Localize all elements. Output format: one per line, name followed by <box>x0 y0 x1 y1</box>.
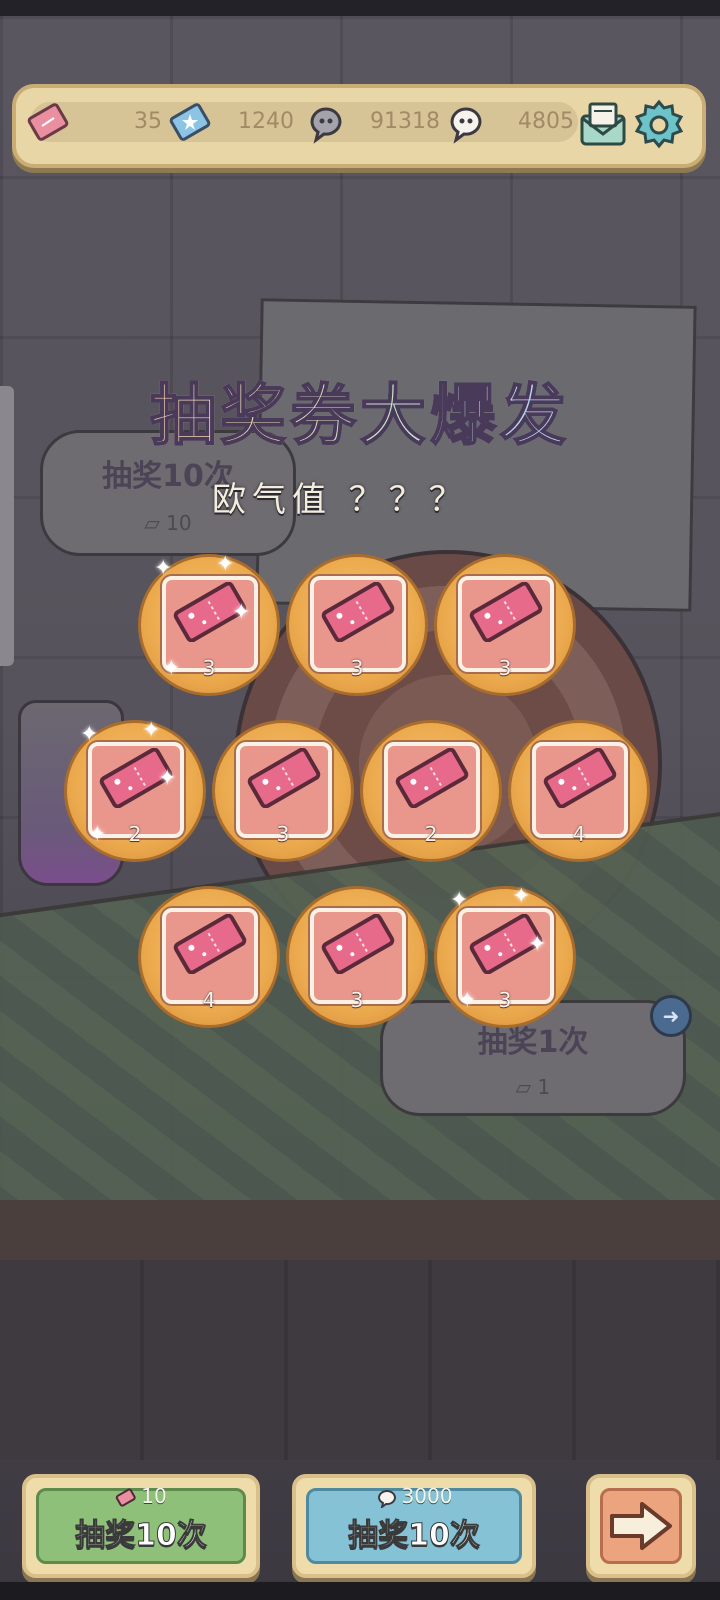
reward-count: 4 <box>572 822 586 846</box>
reward-item: 3 <box>212 720 354 862</box>
headline-title: 抽奖券大爆发 <box>0 362 720 458</box>
status-bar <box>0 0 720 16</box>
sparkle-icon: ✦ <box>458 988 477 1013</box>
game-screen: 抽奖10次 ▱ 10 抽奖1次 ▱ 1 ➜ 35 1240 91318 4805… <box>0 0 720 1600</box>
reward-count: 2 <box>128 822 142 846</box>
table-edge-decoration <box>0 1200 720 1260</box>
pink-ticket-icon <box>321 914 395 974</box>
luck-value-text: 欧气值 ？？？ <box>212 480 469 520</box>
white-ghost-icon <box>450 107 482 144</box>
reward-count: 3 <box>350 656 364 680</box>
pink-ticket-icon <box>27 103 69 141</box>
sparkle-icon: ✦ <box>154 556 173 581</box>
pink-ticket-icon <box>247 748 321 808</box>
pink-ticket-icon <box>173 914 247 974</box>
pink-ticket-icon <box>321 582 395 642</box>
reward-item: 3 <box>434 554 576 696</box>
next-arrow-button[interactable] <box>586 1474 696 1578</box>
draw10-ticket-cost: 10 <box>26 1484 256 1508</box>
draw10-ghost-cost-value: 3000 <box>401 1484 453 1508</box>
sparkle-icon: ✦ <box>158 766 177 791</box>
reward-item: 3 ✦ ✦ ✦ ✦ <box>138 554 280 696</box>
reward-item: 4 <box>508 720 650 862</box>
bg-draw1-cost-value: 1 <box>537 1075 551 1099</box>
pink-ticket-icon <box>469 582 543 642</box>
sparkle-icon: ✦ <box>162 656 181 681</box>
reward-count: 4 <box>202 988 216 1012</box>
pink-ticket-count: 35 <box>134 109 162 134</box>
gray-ghost-icon <box>310 107 342 144</box>
bg-draw1-title: 抽奖1次 <box>477 1025 589 1060</box>
reward-count: 2 <box>424 822 438 846</box>
resource-white-ghost: 4805 <box>448 102 578 144</box>
ghost-icon <box>377 1489 396 1508</box>
sparkle-icon: ✦ <box>232 600 251 625</box>
reward-item: 2 <box>360 720 502 862</box>
draw10-ghost-label: 抽奖10次 <box>348 1518 481 1554</box>
reward-item: 3 <box>286 554 428 696</box>
mail-icon[interactable] <box>576 98 630 152</box>
bg-arrow-icon: ➜ <box>650 995 692 1037</box>
draw10-ticket-button[interactable]: 10 抽奖10次 <box>22 1474 260 1578</box>
sparkle-icon: ✦ <box>88 822 107 847</box>
pink-ticket-icon <box>543 748 617 808</box>
resource-gray-ghost: 91318 <box>308 102 448 144</box>
resource-pink-ticket: 35 <box>27 102 170 142</box>
reward-item: 4 <box>138 886 280 1028</box>
floor-decoration <box>0 1260 720 1460</box>
right-arrow-icon <box>610 1502 672 1550</box>
sparkle-icon: ✦ <box>450 888 469 913</box>
reward-count: 3 <box>498 988 512 1012</box>
bg-draw10-cost-value: 10 <box>166 511 192 535</box>
sparkle-icon: ✦ <box>216 552 235 577</box>
reward-item: 3 ✦ ✦ ✦ ✦ <box>434 886 576 1028</box>
reward-count: 3 <box>276 822 290 846</box>
blue-ticket-count: 1240 <box>238 109 294 134</box>
gear-icon[interactable] <box>632 98 686 152</box>
sparkle-icon: ✦ <box>528 932 547 957</box>
pink-ticket-icon <box>116 1488 136 1507</box>
gray-ghost-count: 91318 <box>370 109 440 134</box>
sparkle-icon: ✦ <box>142 718 161 743</box>
draw10-ghost-button[interactable]: 3000 抽奖10次 <box>292 1474 536 1578</box>
draw10-ticket-label: 抽奖10次 <box>75 1518 208 1554</box>
blue-ticket-icon <box>169 103 211 141</box>
reward-count: 3 <box>202 656 216 680</box>
bg-draw1-cost: ▱ 1 <box>515 1075 551 1099</box>
reward-count: 3 <box>350 988 364 1012</box>
white-ghost-count: 4805 <box>518 109 574 134</box>
draw10-ticket-cost-value: 10 <box>141 1484 167 1508</box>
sparkle-icon: ✦ <box>512 884 531 909</box>
resource-track: 35 1240 91318 4805 <box>27 102 578 144</box>
pink-ticket-icon <box>395 748 469 808</box>
draw10-ghost-cost: 3000 <box>296 1484 532 1508</box>
reward-count: 3 <box>498 656 512 680</box>
navigation-bar <box>0 1582 720 1600</box>
reward-item: 3 <box>286 886 428 1028</box>
resource-bar: 35 1240 91318 4805 <box>12 84 706 168</box>
resource-blue-ticket: 1240 <box>169 102 300 142</box>
sparkle-icon: ✦ <box>80 722 99 747</box>
reward-item: 2 ✦ ✦ ✦ ✦ <box>64 720 206 862</box>
